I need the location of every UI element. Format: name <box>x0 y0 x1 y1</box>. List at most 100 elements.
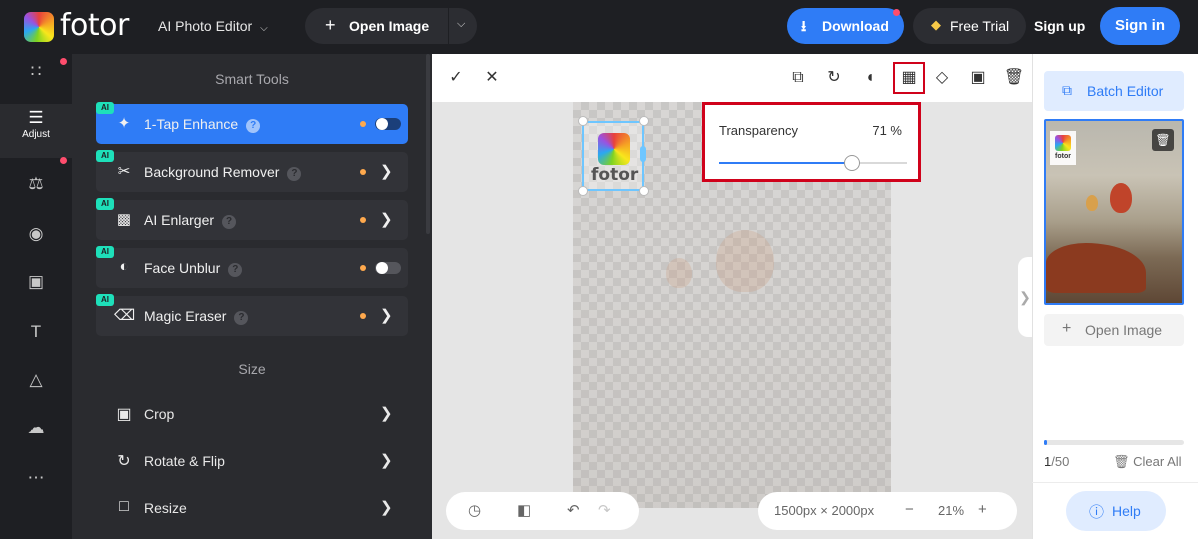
rail-adjust[interactable]: ☰ Adjust <box>0 104 72 158</box>
notification-dot <box>60 58 67 65</box>
resize-handle[interactable] <box>578 186 588 196</box>
fotor-logo-icon <box>598 133 630 165</box>
open-image-button[interactable]: + Open Image ⌵ <box>305 8 477 44</box>
beauty-icon: ⚖ <box>28 174 44 193</box>
tool-rotate-flip[interactable]: ↻ Rotate & Flip ❯ <box>96 443 408 479</box>
slider-knob[interactable] <box>844 155 861 171</box>
open-image-label: Open Image <box>1085 322 1163 338</box>
transparency-icon[interactable]: ▦ <box>893 62 925 94</box>
balloon <box>1086 195 1098 211</box>
text-icon: T <box>30 322 42 341</box>
balloon <box>1110 183 1132 213</box>
zoom-out-icon[interactable]: − <box>905 501 914 518</box>
tool-ai-enlarger[interactable]: AI ▩ AI Enlarger? ❯ <box>96 198 408 240</box>
expand-right-panel-button[interactable]: ❯ <box>1018 257 1032 337</box>
tool-magic-eraser[interactable]: AI ⌫ Magic Eraser? ❯ <box>96 294 408 336</box>
fotor-logo-icon[interactable] <box>24 12 54 42</box>
help-icon[interactable]: ? <box>222 215 237 229</box>
chevron-right-icon: ❯ <box>380 499 393 516</box>
lock-icon[interactable]: ▣ <box>966 66 990 90</box>
rail-more[interactable]: ⋯ <box>0 464 72 508</box>
clear-all-button[interactable]: 🗑 Clear All <box>1113 454 1182 470</box>
help-icon[interactable]: ? <box>287 167 302 181</box>
divider <box>448 8 449 44</box>
car <box>1046 243 1146 293</box>
trash-icon: 🗑 <box>1113 454 1130 469</box>
history-controls: ◷ ◧ ↶ ↷ <box>446 492 639 530</box>
transparency-popover: Transparency 71 % <box>702 102 921 182</box>
face-icon: ◐ <box>119 258 129 275</box>
sign-in-button[interactable]: Sign in <box>1100 7 1180 45</box>
rail-frames[interactable]: ▣ <box>0 268 72 312</box>
tool-face-unblur[interactable]: AI ◐ Face Unblur? <box>96 246 408 288</box>
batch-editor-button[interactable]: ⧉ Batch Editor <box>1044 71 1184 111</box>
enlarge-icon: ▩ <box>116 211 132 228</box>
help-icon[interactable]: ? <box>246 119 261 133</box>
chevron-down-icon[interactable]: ⌵ <box>457 18 465 31</box>
rotate-icon[interactable]: ↻ <box>822 66 846 90</box>
history-icon[interactable]: ◷ <box>468 501 481 519</box>
transparency-label: Transparency <box>719 123 798 138</box>
progress-fill <box>1044 440 1047 445</box>
clear-all-label: Clear All <box>1133 454 1182 469</box>
rail-effects[interactable]: ◉ <box>0 220 72 264</box>
chevron-right-icon: ❯ <box>380 452 393 469</box>
delete-icon[interactable]: 🗑 <box>1002 66 1026 90</box>
rail-text[interactable]: T <box>0 318 72 362</box>
compare-icon[interactable]: ◧ <box>517 501 531 519</box>
open-image-button-secondary[interactable]: + Open Image <box>1044 314 1184 346</box>
help-icon[interactable]: ? <box>228 263 243 277</box>
rail-upload[interactable]: ☁ <box>0 414 72 458</box>
tool-label: Face Unblur? <box>144 260 243 277</box>
redo-icon[interactable]: ↷ <box>598 501 611 519</box>
chevron-right-icon: ❯ <box>1019 289 1031 305</box>
download-button[interactable]: ⭳ Download <box>787 8 904 44</box>
face-unblur-toggle[interactable] <box>375 262 401 274</box>
resize-handle[interactable] <box>639 116 649 126</box>
ai-photo-editor-menu[interactable]: AI Photo Editor ⌵ <box>158 18 268 34</box>
transparency-slider[interactable] <box>719 155 907 171</box>
fotor-sticker[interactable]: fotor <box>582 121 644 191</box>
duplicate-icon[interactable]: ⧉ <box>786 66 810 90</box>
tool-label-text: Magic Eraser <box>144 308 227 324</box>
chevron-right-icon: ❯ <box>380 211 393 228</box>
chevron-right-icon: ❯ <box>380 405 393 422</box>
tool-label: Crop <box>144 406 175 422</box>
close-icon[interactable]: ✕ <box>480 66 504 90</box>
rail-beauty[interactable]: ⚖ <box>0 170 72 214</box>
zoom-in-icon[interactable]: + <box>978 501 987 518</box>
count-total: /50 <box>1051 454 1070 469</box>
tool-1-tap-enhance[interactable]: AI ✦ 1-Tap Enhance? <box>96 102 408 144</box>
magic-wand-icon: ✦ <box>117 115 131 132</box>
layers-icon[interactable]: ◇ <box>930 66 954 90</box>
enhance-toggle[interactable] <box>375 118 401 130</box>
batch-icon: ⧉ <box>1062 82 1072 98</box>
tool-background-remover[interactable]: AI ✂ Background Remover? ❯ <box>96 150 408 192</box>
rail-elements[interactable]: △ <box>0 366 72 410</box>
free-trial-button[interactable]: ◆ Free Trial <box>913 8 1026 44</box>
tool-crop[interactable]: ▣ Crop ❯ <box>96 396 408 432</box>
status-dot <box>360 217 366 223</box>
help-button[interactable]: ⓘ Help <box>1066 491 1166 531</box>
resize-handle[interactable] <box>578 116 588 126</box>
tool-label: AI Enlarger? <box>144 212 237 229</box>
flip-icon[interactable]: ◖ <box>858 66 882 90</box>
delete-thumbnail-icon[interactable]: 🗑 <box>1152 129 1174 151</box>
tool-label: Resize <box>144 500 187 516</box>
plus-icon: + <box>325 15 336 35</box>
resize-handle[interactable] <box>639 186 649 196</box>
diamond-icon: ◆ <box>931 17 941 32</box>
side-resize-handle[interactable] <box>640 146 646 162</box>
logo-text[interactable]: fotor <box>60 8 129 43</box>
notification-dot <box>893 9 900 16</box>
help-circle-icon: ⓘ <box>1089 504 1105 521</box>
image-thumbnail[interactable]: fotor 🗑 <box>1044 119 1184 305</box>
sign-up-link[interactable]: Sign up <box>1034 18 1085 34</box>
undo-icon[interactable]: ↶ <box>567 501 580 519</box>
image-count: 1/50 <box>1044 454 1069 469</box>
confirm-icon[interactable]: ✓ <box>444 66 468 90</box>
resize-icon: □ <box>119 498 129 515</box>
tool-resize[interactable]: □ Resize ❯ <box>96 490 408 526</box>
help-icon[interactable]: ? <box>234 311 249 325</box>
ai-badge: AI <box>96 150 114 162</box>
